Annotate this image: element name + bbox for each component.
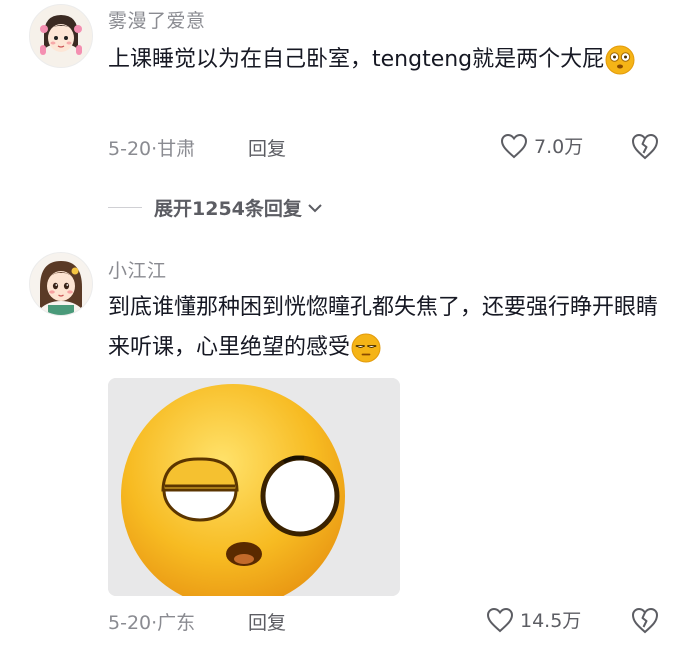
comment-date: 5-20 [108, 612, 152, 634]
comment-date: 5-20 [108, 138, 152, 160]
avatar-girl-illustration-icon [30, 253, 92, 315]
sticker-image[interactable] [108, 378, 400, 596]
username[interactable]: 小江江 [108, 256, 167, 283]
heart-outline-icon [486, 607, 514, 632]
chevron-down-icon [308, 203, 322, 212]
expand-replies-button[interactable]: 展开1254条回复 [108, 194, 324, 221]
broken-heart-icon [631, 133, 659, 160]
like-button[interactable]: 14.5万 [486, 606, 581, 633]
comment-meta: 5-20·甘肃 [108, 138, 196, 160]
mismatched-eyes-emoji-sticker-icon [108, 378, 400, 596]
expand-replies-label: 展开1254条回复 [154, 198, 302, 220]
like-count: 14.5万 [520, 610, 582, 632]
divider-line [108, 207, 142, 208]
comment-text: 到底谁懂那种困到恍惚瞳孔都失焦了，还要强行睁开眼睛来听课，心里绝望的感受 [108, 288, 668, 368]
avatar[interactable] [29, 4, 93, 68]
reply-button[interactable]: 回复 [248, 608, 286, 635]
like-button[interactable]: 7.0万 [500, 132, 583, 159]
reply-button[interactable]: 回复 [248, 134, 286, 161]
avatar-girl-illustration-icon [30, 5, 92, 67]
heart-outline-icon [500, 133, 528, 158]
comment-location: 广东 [157, 612, 196, 634]
comment-location: 甘肃 [157, 138, 196, 160]
avatar[interactable] [29, 252, 93, 316]
dislike-button[interactable] [630, 132, 660, 164]
comment-meta: 5-20·广东 [108, 612, 196, 634]
dizzy-face-emoji-icon [604, 44, 636, 76]
dislike-button[interactable] [630, 606, 660, 638]
like-count: 7.0万 [534, 136, 584, 158]
broken-heart-icon [631, 607, 659, 634]
sleepy-face-emoji-icon [350, 332, 382, 364]
comment-text: 上课睡觉以为在自己卧室，tengteng就是两个大屁 [108, 40, 668, 80]
username[interactable]: 雾漫了爱意 [108, 6, 206, 33]
